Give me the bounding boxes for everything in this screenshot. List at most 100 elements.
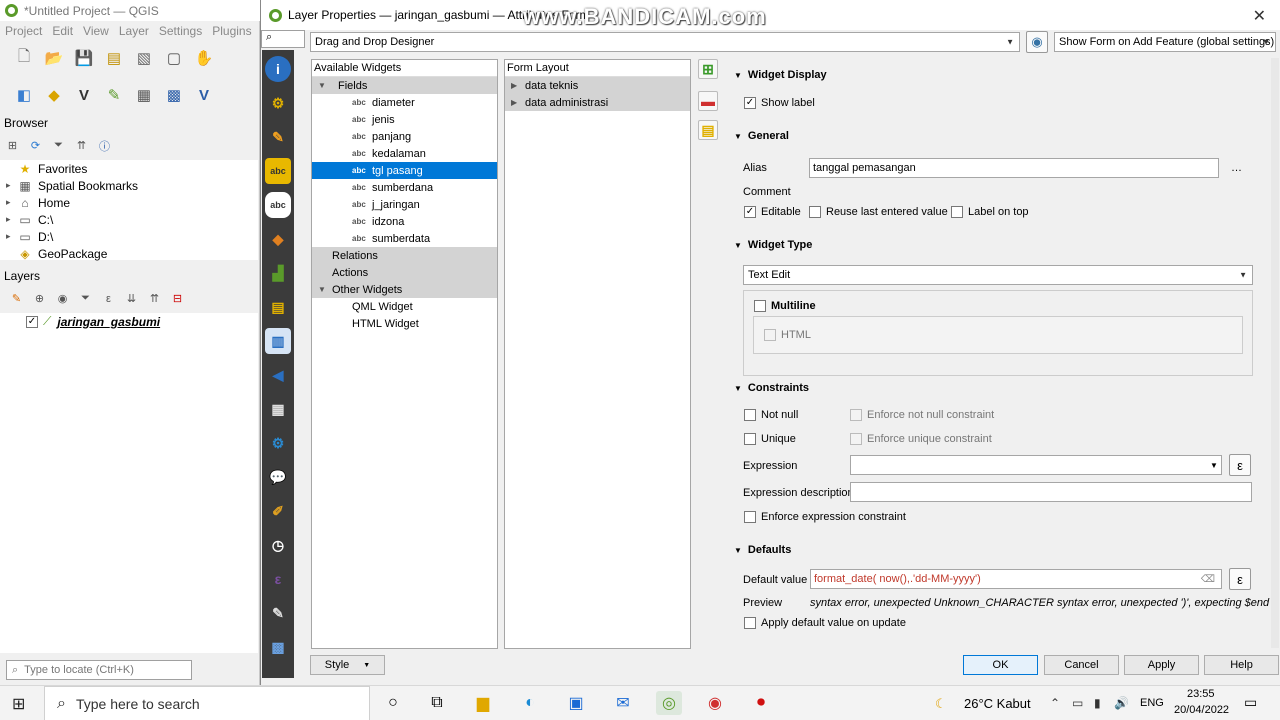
defaults-section[interactable]: ▼ Defaults	[734, 544, 791, 556]
field-item-kedalaman[interactable]: abc kedalaman	[312, 145, 497, 162]
reuse-last-value-checkbox[interactable]: Reuse last entered value	[809, 206, 948, 218]
menu-layer[interactable]: Layer	[114, 24, 154, 38]
layer-item-jaringan-gasbumi[interactable]: ✓ ⟋ jaringan_gasbumi	[0, 313, 258, 330]
enforce-expression-checkbox[interactable]: Enforce expression constraint	[744, 511, 906, 523]
filter-icon[interactable]: ⏷	[50, 137, 67, 154]
field-item-diameter[interactable]: abc diameter	[312, 94, 497, 111]
fields-tab-icon[interactable]: ▤	[265, 294, 291, 320]
designer-mode-select[interactable]: Drag and Drop Designer ▼	[310, 32, 1020, 52]
bandicam-record-icon[interactable]: ⏺	[748, 691, 774, 715]
multiline-checkbox[interactable]: Multiline	[754, 300, 816, 312]
add-virtual-layer-icon[interactable]: V	[192, 83, 216, 107]
add-delimited-text-icon[interactable]: V	[72, 83, 96, 107]
tray-chevron-icon[interactable]: ⌃	[1050, 696, 1060, 710]
open-project-icon[interactable]: 📂	[42, 46, 66, 70]
close-icon[interactable]: ✕	[1253, 6, 1266, 26]
browser-item-spatial-bookmarks[interactable]: ▸ ▦ Spatial Bookmarks	[0, 177, 258, 194]
save-project-icon[interactable]: 💾	[72, 46, 96, 70]
remove-item-button[interactable]: ▬	[698, 91, 718, 111]
apply-button[interactable]: Apply	[1124, 655, 1199, 675]
weather-text[interactable]: 26°C Kabut	[964, 696, 1031, 711]
properties-scrollbar[interactable]	[1271, 58, 1279, 648]
browser-item-c-drive[interactable]: ▸ ▭ C:\	[0, 211, 258, 228]
collapse-all-layers-icon[interactable]: ⇈	[146, 290, 163, 307]
battery-icon[interactable]: ▮	[1094, 696, 1101, 710]
edit-form-button[interactable]: ▤	[698, 120, 718, 140]
menu-settings[interactable]: Settings	[154, 24, 207, 38]
python-init-button[interactable]: ◉	[1026, 31, 1048, 53]
html-widget-item[interactable]: HTML Widget	[312, 315, 497, 332]
add-vector-icon[interactable]: ◆	[42, 83, 66, 107]
expression-builder-button[interactable]: ε	[1229, 454, 1251, 476]
other-widgets-group[interactable]: ▼ Other Widgets	[312, 281, 497, 298]
store-icon[interactable]: ▣	[563, 691, 589, 715]
field-item-jenis[interactable]: abc jenis	[312, 111, 497, 128]
chrome-icon[interactable]: ◉	[702, 691, 728, 715]
mail-icon[interactable]: ✉	[610, 691, 636, 715]
symbology-tab-icon[interactable]: ✎	[265, 124, 291, 150]
volume-icon[interactable]: 🔊	[1114, 696, 1129, 710]
3d-view-tab-icon[interactable]: ◆	[265, 226, 291, 252]
filter-by-expression-icon[interactable]: ε	[100, 290, 117, 307]
pan-hand-icon[interactable]: ✋	[192, 46, 216, 70]
menu-view[interactable]: View	[78, 24, 114, 38]
add-container-button[interactable]: ⊞	[698, 59, 718, 79]
expression-description-input[interactable]	[850, 482, 1252, 502]
menu-plugins[interactable]: Plugins	[207, 24, 256, 38]
apply-default-on-update-checkbox[interactable]: Apply default value on update	[744, 617, 906, 629]
html-checkbox[interactable]: HTML	[764, 329, 811, 341]
enforce-not-null-checkbox[interactable]: Enforce not null constraint	[850, 409, 994, 421]
sidebar-search-input[interactable]: ⌕	[261, 30, 305, 48]
task-view-icon[interactable]: ⧉	[424, 691, 450, 715]
widget-type-section[interactable]: ▼ Widget Type	[734, 239, 812, 251]
alias-input[interactable]: tanggal pemasangan	[809, 158, 1219, 178]
metadata-tab-icon[interactable]: ✎	[265, 600, 291, 626]
field-item-panjang[interactable]: abc panjang	[312, 128, 497, 145]
label-on-top-checkbox[interactable]: Label on top	[951, 206, 1029, 218]
widget-display-section[interactable]: ▼ Widget Display	[734, 69, 827, 81]
digitize-icon[interactable]: ✎	[102, 83, 126, 107]
filter-legend-icon[interactable]: ⏷	[77, 290, 94, 307]
collapse-all-icon[interactable]: ⇈	[73, 137, 90, 154]
field-item-sumberdata[interactable]: abc sumberdata	[312, 230, 497, 247]
add-wms-icon[interactable]: ▩	[162, 83, 186, 107]
unique-checkbox[interactable]: Unique	[744, 433, 796, 445]
source-tab-icon[interactable]: ⚙	[265, 90, 291, 116]
editable-checkbox[interactable]: ✓ Editable	[744, 206, 801, 218]
qml-widget-item[interactable]: QML Widget	[312, 298, 497, 315]
info-icon[interactable]: ⓘ	[96, 137, 113, 154]
clear-icon[interactable]: ⌫	[1201, 574, 1215, 585]
ok-button[interactable]: OK	[963, 655, 1038, 675]
attributes-form-tab-icon[interactable]: ▥	[265, 328, 291, 354]
information-tab-icon[interactable]: i	[265, 56, 291, 82]
cortana-icon[interactable]: ○	[380, 691, 406, 715]
rendering-tab-icon[interactable]: ✐	[265, 498, 291, 524]
dependencies-tab-icon[interactable]: ▩	[265, 634, 291, 660]
network-icon[interactable]: ▭	[1072, 696, 1083, 710]
notification-icon[interactable]: ▭	[1244, 694, 1257, 711]
browser-item-d-drive[interactable]: ▸ ▭ D:\	[0, 228, 258, 245]
refresh-icon[interactable]: ⟳	[27, 137, 44, 154]
browser-item-favorites[interactable]: ★ Favorites	[0, 160, 258, 177]
default-value-input[interactable]: format_date( now(),.'dd-MM-yyyy') ⌫	[810, 569, 1222, 589]
field-item-idzona[interactable]: abc idzona	[312, 213, 497, 230]
cancel-button[interactable]: Cancel	[1044, 655, 1119, 675]
widget-type-select[interactable]: Text Edit ▼	[743, 265, 1253, 285]
constraints-section[interactable]: ▼ Constraints	[734, 382, 809, 394]
masks-tab-icon[interactable]: abc	[265, 192, 291, 218]
fields-group[interactable]: ▼ Fields	[312, 77, 497, 94]
field-item-sumberdana[interactable]: abc sumberdana	[312, 179, 497, 196]
layer-styling-icon[interactable]: ✎	[8, 290, 25, 307]
menu-project[interactable]: Project	[0, 24, 47, 38]
remove-layer-icon[interactable]: ⊟	[169, 290, 186, 307]
auxiliary-storage-tab-icon[interactable]: ▦	[265, 396, 291, 422]
joins-tab-icon[interactable]: ◀	[265, 362, 291, 388]
enforce-unique-checkbox[interactable]: Enforce unique constraint	[850, 433, 992, 445]
layout-manager-icon[interactable]: ▧	[132, 46, 156, 70]
default-expression-builder-button[interactable]: ε	[1229, 568, 1251, 590]
browser-item-geopackage[interactable]: ◈ GeoPackage	[0, 245, 258, 262]
field-item-tgl-pasang[interactable]: abc tgl pasang	[312, 162, 497, 179]
file-explorer-icon[interactable]: ▆	[470, 691, 496, 715]
actions-tab-icon[interactable]: ⚙	[265, 430, 291, 456]
chevron-down-icon[interactable]: ▼	[1204, 455, 1224, 475]
